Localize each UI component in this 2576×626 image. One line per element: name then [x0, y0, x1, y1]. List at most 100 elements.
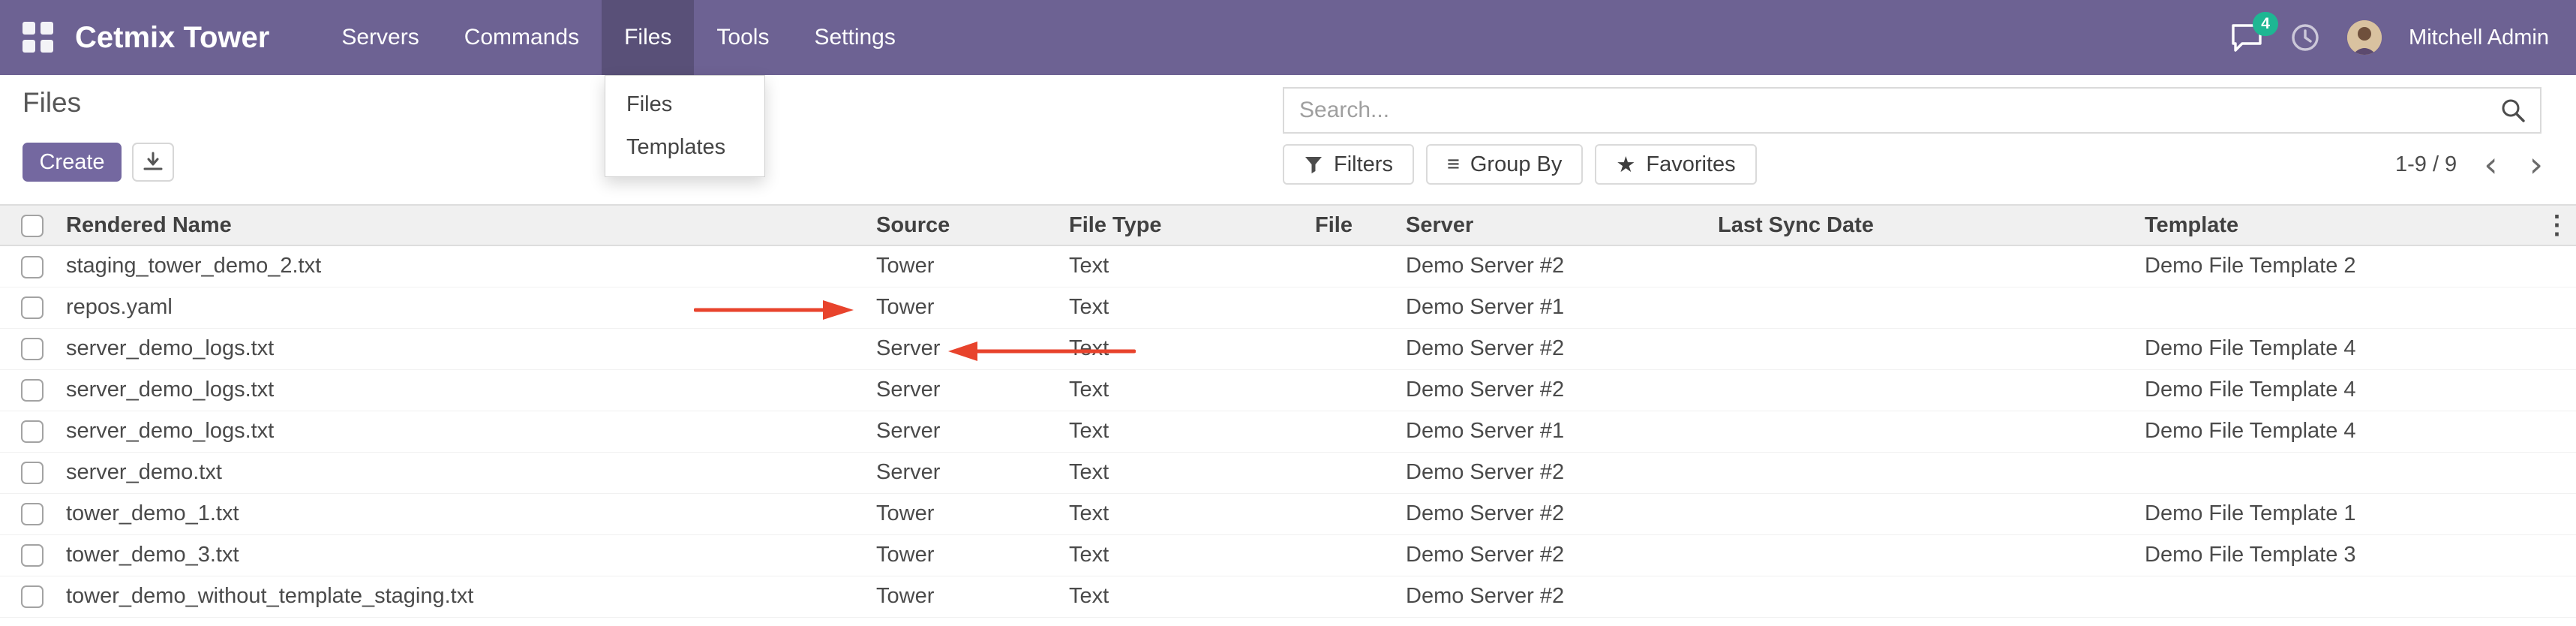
cell-last-sync-date [1718, 411, 2145, 452]
pager: 1-9 / 9 ‹ › [2395, 144, 2547, 185]
favorites-label: Favorites [1646, 152, 1735, 177]
favorites-button[interactable]: ★ Favorites [1595, 144, 1756, 185]
column-header-template[interactable]: Template [2145, 205, 2538, 245]
row-checkbox[interactable] [21, 503, 44, 525]
cell-file-type: Text [1069, 576, 1315, 617]
row-checkbox[interactable] [21, 379, 44, 402]
row-checkbox[interactable] [21, 462, 44, 484]
cell-file [1315, 369, 1406, 411]
table-row[interactable]: server_demo_logs.txt Server Text Demo Se… [0, 369, 2576, 411]
dropdown-item-templates[interactable]: Templates [605, 126, 764, 169]
cell-server: Demo Server #2 [1406, 534, 1718, 576]
search-input[interactable] [1284, 89, 2486, 132]
cell-file [1315, 245, 1406, 287]
cell-last-sync-date [1718, 369, 2145, 411]
cell-file-type: Text [1069, 245, 1315, 287]
select-all-checkbox[interactable] [21, 215, 44, 237]
cell-server: Demo Server #1 [1406, 411, 1718, 452]
app-title[interactable]: Cetmix Tower [75, 21, 269, 55]
user-menu[interactable]: Mitchell Admin [2409, 26, 2549, 50]
nav-item-files[interactable]: Files [602, 0, 694, 75]
cell-last-sync-date [1718, 245, 2145, 287]
row-checkbox[interactable] [21, 296, 44, 319]
cell-template: Demo File Template 3 [2145, 534, 2538, 576]
group-by-icon: ≡ [1447, 152, 1460, 177]
row-checkbox[interactable] [21, 420, 44, 443]
cell-template: Demo File Template 1 [2145, 493, 2538, 534]
apps-grid-icon[interactable] [23, 22, 54, 53]
nav-item-commands[interactable]: Commands [442, 0, 602, 75]
column-header-file[interactable]: File [1315, 205, 1406, 245]
pager-previous-button[interactable]: ‹ [2479, 147, 2502, 182]
table-row[interactable]: server_demo_logs.txt Server Text Demo Se… [0, 411, 2576, 452]
cell-template [2145, 576, 2538, 617]
top-navbar: Cetmix Tower Servers Commands Files Tool… [0, 0, 2576, 75]
cell-source: Tower [876, 576, 1069, 617]
cell-source: Tower [876, 287, 1069, 328]
cell-rendered-name: repos.yaml [66, 287, 876, 328]
cell-file-type: Text [1069, 411, 1315, 452]
cell-file-type: Text [1069, 328, 1315, 369]
table-header-row: Rendered Name Source File Type File Serv… [0, 205, 2576, 245]
cell-template [2145, 287, 2538, 328]
user-avatar[interactable] [2347, 20, 2382, 55]
column-header-rendered-name[interactable]: Rendered Name [66, 205, 876, 245]
table-row[interactable]: server_demo_logs.txt Server Text Demo Se… [0, 328, 2576, 369]
table-row[interactable]: tower_demo_1.txt Tower Text Demo Server … [0, 493, 2576, 534]
cell-template: Demo File Template 4 [2145, 411, 2538, 452]
cell-server: Demo Server #2 [1406, 452, 1718, 493]
dropdown-item-files[interactable]: Files [605, 83, 764, 126]
cell-source: Server [876, 369, 1069, 411]
pager-next-button[interactable]: › [2525, 147, 2547, 182]
cell-file [1315, 534, 1406, 576]
row-checkbox[interactable] [21, 338, 44, 360]
table-row[interactable]: server_demo.txt Server Text Demo Server … [0, 452, 2576, 493]
nav-item-servers[interactable]: Servers [319, 0, 441, 75]
cell-file [1315, 576, 1406, 617]
cell-file-type: Text [1069, 493, 1315, 534]
cell-template: Demo File Template 2 [2145, 245, 2538, 287]
filters-button[interactable]: Filters [1283, 144, 1414, 185]
column-header-server[interactable]: Server [1406, 205, 1718, 245]
search-submit-button[interactable] [2486, 89, 2540, 132]
messages-icon[interactable]: 4 [2230, 23, 2263, 53]
activities-icon[interactable] [2290, 23, 2320, 53]
column-header-last-sync-date[interactable]: Last Sync Date [1718, 205, 2145, 245]
page-title: Files [23, 87, 81, 119]
cell-server: Demo Server #1 [1406, 287, 1718, 328]
cell-file [1315, 411, 1406, 452]
row-checkbox[interactable] [21, 256, 44, 278]
row-checkbox[interactable] [21, 544, 44, 567]
cell-rendered-name: staging_tower_demo_2.txt [66, 245, 876, 287]
cell-server: Demo Server #2 [1406, 328, 1718, 369]
column-header-source[interactable]: Source [876, 205, 1069, 245]
search-bar [1283, 87, 2541, 134]
cell-last-sync-date [1718, 287, 2145, 328]
export-download-button[interactable] [132, 143, 174, 182]
cell-rendered-name: tower_demo_1.txt [66, 493, 876, 534]
table-row[interactable]: repos.yaml Tower Text Demo Server #1 [0, 287, 2576, 328]
cell-server: Demo Server #2 [1406, 576, 1718, 617]
nav-item-settings[interactable]: Settings [791, 0, 917, 75]
cell-last-sync-date [1718, 493, 2145, 534]
cell-template: Demo File Template 4 [2145, 328, 2538, 369]
search-options: Filters ≡ Group By ★ Favorites [1283, 144, 1757, 185]
cell-rendered-name: server_demo_logs.txt [66, 328, 876, 369]
table-row[interactable]: tower_demo_without_template_staging.txt … [0, 576, 2576, 617]
cell-last-sync-date [1718, 534, 2145, 576]
column-header-file-type[interactable]: File Type [1069, 205, 1315, 245]
table-row[interactable]: tower_demo_3.txt Tower Text Demo Server … [0, 534, 2576, 576]
group-by-button[interactable]: ≡ Group By [1426, 144, 1583, 185]
cell-source: Server [876, 452, 1069, 493]
main-menu: Servers Commands Files Tools Settings [319, 0, 918, 75]
table-row[interactable]: staging_tower_demo_2.txt Tower Text Demo… [0, 245, 2576, 287]
filter-funnel-icon [1304, 155, 1323, 174]
create-button[interactable]: Create [23, 143, 122, 182]
group-by-label: Group By [1470, 152, 1563, 177]
row-checkbox[interactable] [21, 585, 44, 608]
cell-source: Tower [876, 493, 1069, 534]
nav-item-tools[interactable]: Tools [694, 0, 791, 75]
optional-columns-icon[interactable]: ⋮ [2538, 210, 2576, 240]
cell-file [1315, 452, 1406, 493]
cell-server: Demo Server #2 [1406, 245, 1718, 287]
